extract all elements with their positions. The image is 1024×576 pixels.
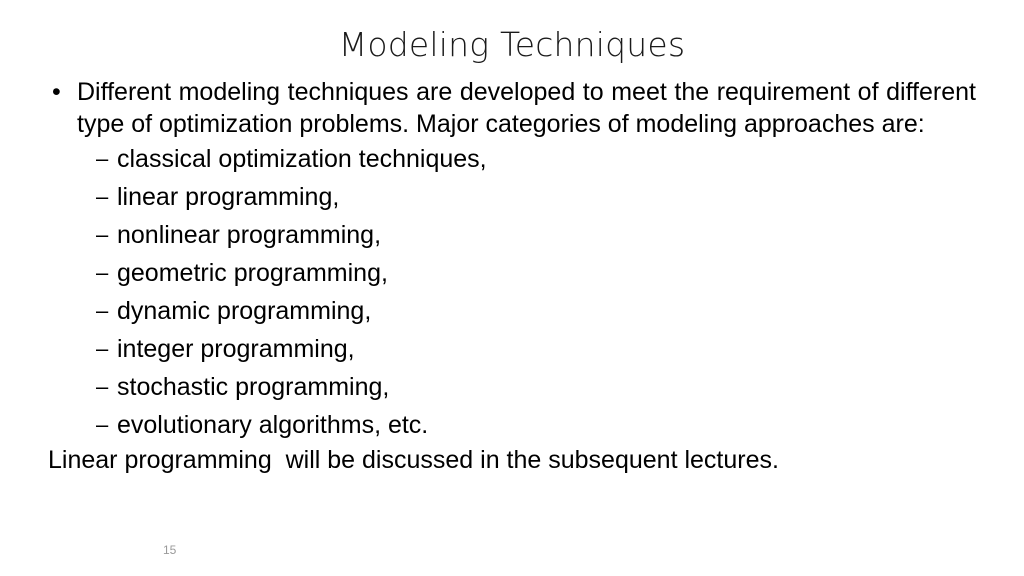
dash-marker-icon: –	[96, 146, 109, 171]
list-item-label: integer programming,	[117, 335, 355, 363]
list-item-label: geometric programming,	[117, 259, 388, 287]
list-item-label: dynamic programming,	[117, 297, 372, 325]
dash-marker-icon: –	[96, 336, 109, 361]
bullet-dot-icon: •	[52, 78, 61, 106]
dash-marker-icon: –	[96, 260, 109, 285]
closing-paragraph: Linear programming will be discussed in …	[48, 446, 779, 474]
sub-bullet-list: – classical optimization techniques, – l…	[48, 140, 976, 444]
list-item: – stochastic programming,	[48, 368, 976, 406]
list-item: – linear programming,	[48, 178, 976, 216]
slide-body: • Different modeling techniques are deve…	[48, 76, 976, 474]
list-item: – nonlinear programming,	[48, 216, 976, 254]
main-bullet-paragraph: • Different modeling techniques are deve…	[48, 76, 976, 140]
list-item: – evolutionary algorithms, etc.	[48, 406, 976, 444]
list-item-label: classical optimization techniques,	[117, 145, 487, 173]
list-item-label: linear programming,	[117, 183, 340, 211]
dash-marker-icon: –	[96, 222, 109, 247]
list-item: – classical optimization techniques,	[48, 140, 976, 178]
page-number: 15	[163, 543, 177, 557]
main-bullet-text: Different modeling techniques are develo…	[77, 78, 976, 138]
page-title: Modeling Techniques	[338, 25, 686, 64]
dash-marker-icon: –	[96, 412, 109, 437]
dash-marker-icon: –	[96, 298, 109, 323]
slide: Modeling Techniques • Different modeling…	[0, 0, 1024, 576]
list-item-label: evolutionary algorithms, etc.	[117, 411, 429, 439]
list-item-label: nonlinear programming,	[117, 221, 382, 249]
list-item: – integer programming,	[48, 330, 976, 368]
list-item: – dynamic programming,	[48, 292, 976, 330]
dash-marker-icon: –	[96, 184, 109, 209]
list-item: – geometric programming,	[48, 254, 976, 292]
dash-marker-icon: –	[96, 374, 109, 399]
list-item-label: stochastic programming,	[117, 373, 390, 401]
